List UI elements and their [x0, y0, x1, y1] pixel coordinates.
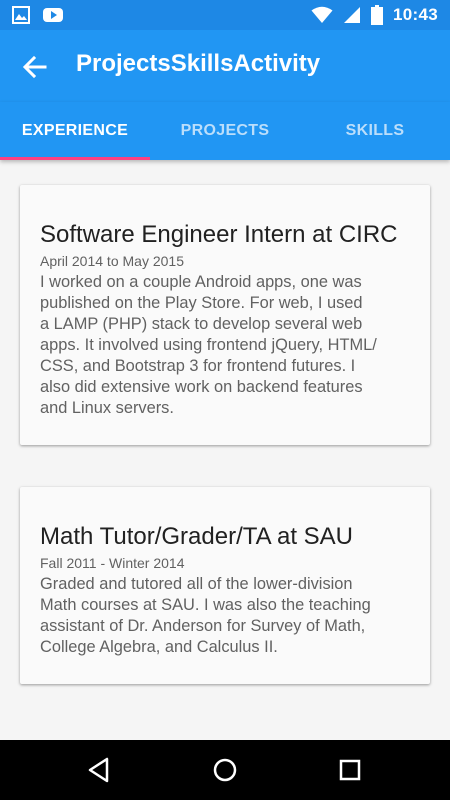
image-icon	[12, 6, 30, 24]
wifi-icon	[311, 6, 333, 23]
status-right-icons: 10:43	[311, 5, 438, 25]
nav-recents-button[interactable]	[335, 755, 365, 785]
battery-icon	[371, 5, 384, 25]
status-left-icons	[12, 6, 64, 24]
home-circle-icon	[213, 758, 237, 782]
nav-home-button[interactable]	[210, 755, 240, 785]
app-bar: ProjectsSkillsActivity	[0, 30, 450, 102]
nav-back-button[interactable]	[85, 755, 115, 785]
back-button[interactable]	[18, 50, 52, 84]
tab-label: PROJECTS	[180, 122, 270, 139]
tab-indicator	[0, 157, 150, 160]
back-triangle-icon	[88, 757, 109, 783]
tab-experience[interactable]: EXPERIENCE	[0, 102, 150, 160]
signal-icon	[344, 7, 361, 23]
tab-label: EXPERIENCE	[21, 122, 129, 139]
tab-label: SKILLS	[345, 122, 405, 139]
youtube-icon	[43, 8, 63, 22]
back-arrow-icon	[22, 55, 47, 79]
card-description: Graded and tutored all of the lower-divi…	[40, 574, 410, 658]
description-line: published on the Play Store. For web, I …	[40, 294, 363, 312]
experience-card[interactable]: Software Engineer Intern at CIRC April 2…	[20, 185, 430, 445]
description-line: Graded and tutored all of the lower-divi…	[40, 575, 353, 593]
description-line: a LAMP (PHP) stack to develop several we…	[40, 315, 363, 333]
tab-bar: EXPERIENCE PROJECTS SKILLS	[0, 102, 450, 160]
card-title: Math Tutor/Grader/TA at SAU	[40, 523, 354, 550]
status-bar: 10:43	[0, 0, 450, 30]
card-dates: Fall 2011 - Winter 2014	[40, 555, 185, 571]
experience-card[interactable]: Math Tutor/Grader/TA at SAU Fall 2011 - …	[20, 487, 430, 684]
description-line: CSS, and Bootstrap 3 for frontend future…	[40, 357, 356, 375]
system-nav-bar	[0, 740, 450, 800]
page-title: ProjectsSkillsActivity	[76, 50, 321, 77]
status-time: 10:43	[393, 5, 438, 24]
description-line: and Linux servers.	[40, 399, 174, 417]
tab-projects[interactable]: PROJECTS	[150, 102, 300, 160]
description-line: apps. It involved using frontend jQuery,…	[40, 336, 377, 354]
description-line: College Algebra, and Calculus II.	[40, 638, 278, 656]
description-line: I worked on a couple Android apps, one w…	[40, 273, 362, 291]
recents-square-icon	[339, 759, 361, 781]
card-dates: April 2014 to May 2015	[40, 253, 184, 269]
card-title: Software Engineer Intern at CIRC	[40, 221, 398, 248]
card-description: I worked on a couple Android apps, one w…	[40, 272, 410, 419]
description-line: also did extensive work on backend featu…	[40, 378, 363, 396]
description-line: assistant of Dr. Anderson for Survey of …	[40, 617, 366, 635]
tab-skills[interactable]: SKILLS	[300, 102, 450, 160]
description-line: Math courses at SAU. I was also the teac…	[40, 596, 371, 614]
